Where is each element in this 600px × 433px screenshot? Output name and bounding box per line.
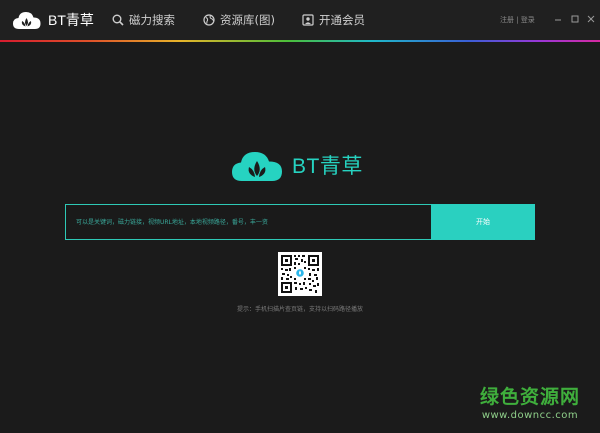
main-logo: BT青草: [230, 145, 363, 185]
hint-text: 提示：手机扫描片查页链，支持以扫码路径播放: [236, 306, 363, 313]
qr-code: [278, 252, 322, 296]
member-card-icon: [302, 14, 314, 26]
search-input[interactable]: [65, 204, 431, 240]
nav-item-label: 磁力搜索: [129, 13, 175, 27]
close-icon[interactable]: [586, 14, 596, 24]
rainbow-divider: [0, 40, 600, 42]
globe-icon: [203, 14, 215, 26]
watermark-title: 绿色资源网: [479, 386, 580, 408]
nav-item-magnet-search[interactable]: 磁力搜索: [112, 11, 175, 29]
logo-title: BT青草: [292, 155, 363, 178]
nav-item-membership[interactable]: 开通会员: [302, 11, 365, 29]
search-bar: 开始: [65, 204, 535, 240]
cloud-leaf-logo-icon: [232, 152, 282, 181]
nav-item-label: 资源库(图): [220, 13, 275, 27]
nav-item-resource-library[interactable]: 资源库(图): [203, 11, 275, 29]
watermark: 绿色资源网 www.downcc.com: [480, 382, 580, 421]
title-bar: BT青草 磁力搜索 资源库(图) 开通会员 注册 | 登录: [0, 0, 600, 40]
search-icon: [112, 14, 124, 26]
minimize-icon[interactable]: [553, 14, 563, 24]
cloud-leaf-icon: [13, 12, 41, 29]
watermark-url: www.downcc.com: [481, 410, 579, 421]
nav-item-label: 开通会员: [319, 13, 365, 27]
maximize-icon[interactable]: [570, 14, 580, 24]
start-button[interactable]: 开始: [431, 204, 535, 240]
brand-name: BT青草: [48, 12, 94, 28]
login-register-link[interactable]: 注册 | 登录: [500, 15, 535, 25]
brand[interactable]: BT青草: [12, 8, 94, 32]
